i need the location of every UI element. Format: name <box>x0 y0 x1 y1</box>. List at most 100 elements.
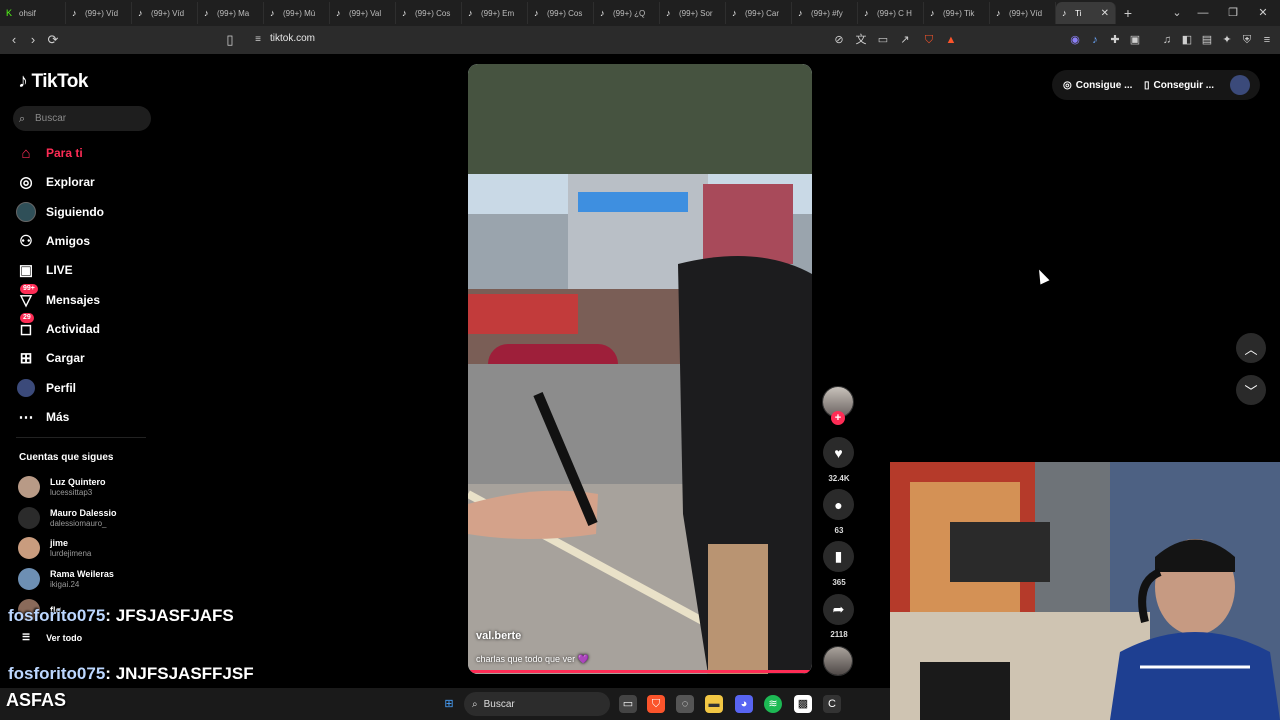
tiktok-logo[interactable]: ♪ TikTok <box>18 70 88 93</box>
sound-disc-icon[interactable] <box>823 646 853 676</box>
new-tab-icon[interactable]: + <box>1116 5 1140 21</box>
video-player[interactable]: val.berte charlas que todo que ver 💜 <box>468 64 812 674</box>
nav-mensajes[interactable]: ▽ 99+ Mensajes <box>16 284 101 311</box>
share-icon[interactable]: ↗ <box>898 33 912 47</box>
user-avatar[interactable] <box>1230 75 1250 95</box>
browser-tab[interactable]: ♪ (99+) Mú <box>264 2 330 24</box>
audio-icon[interactable]: ♪ <box>1088 33 1102 47</box>
nav-live[interactable]: ▣ LIVE <box>16 259 73 281</box>
get-coins-label: Consigue ... <box>1075 79 1133 91</box>
translate-icon[interactable]: 文 <box>854 33 868 47</box>
nav-perfil[interactable]: Perfil <box>16 377 76 399</box>
comment-button[interactable]: ● <box>823 489 854 520</box>
nav-label: Actividad <box>46 322 101 336</box>
cast-icon[interactable]: ▭ <box>876 33 890 47</box>
nav-para-ti[interactable]: ⌂ Para ti <box>16 142 82 164</box>
like-button[interactable]: ♥ <box>823 437 854 468</box>
app-c-icon[interactable]: C <box>823 695 841 713</box>
follow-plus-icon[interactable]: + <box>831 411 845 425</box>
followed-account[interactable]: Luz Quintero lucessittap3 <box>18 474 106 500</box>
back-icon[interactable]: ‹ <box>6 32 22 48</box>
start-icon[interactable]: ⊞ <box>440 695 458 713</box>
sidebar-toggle-icon[interactable]: ◧ <box>1180 33 1194 47</box>
forward-icon[interactable]: › <box>25 32 41 48</box>
browser-tab[interactable]: ♪ (99+) Cos <box>528 2 594 24</box>
menu-icon[interactable]: ≡ <box>1260 33 1274 47</box>
davinci-icon[interactable]: ▩ <box>794 695 812 713</box>
app-icon[interactable]: ◌ <box>676 695 694 713</box>
account-handle: dalessiomauro_ <box>50 518 107 528</box>
brave-icon[interactable]: ⛉ <box>647 695 665 713</box>
ai-icon[interactable]: ✦ <box>1220 33 1234 47</box>
url-text[interactable]: tiktok.com <box>270 33 315 44</box>
previous-video-button[interactable]: ︿ <box>1236 333 1266 363</box>
followed-account[interactable]: Rama Weileras ikigai.24 <box>18 566 114 592</box>
nav-explorar[interactable]: ◎ Explorar <box>16 171 94 193</box>
see-all-label: Ver todo <box>46 632 83 643</box>
browser-tab[interactable]: ♪ (99+) Víd <box>990 2 1056 24</box>
get-app-button[interactable]: ▯ Conseguir ... <box>1144 73 1214 97</box>
nav-amigos[interactable]: ⚇ Amigos <box>16 230 90 252</box>
media-icon[interactable]: ♫ <box>1160 33 1174 47</box>
leo-icon[interactable]: ◉ <box>1068 33 1082 47</box>
messages-icon: ▽ 99+ <box>16 284 38 310</box>
spotify-icon[interactable]: ≋ <box>764 695 782 713</box>
avatar <box>18 568 40 590</box>
nav-actividad[interactable]: ◻ 29 Actividad <box>16 313 101 340</box>
comment-icon: ● <box>834 496 843 513</box>
browser-tab[interactable]: ♪ (99+) Sor <box>660 2 726 24</box>
browser-tab[interactable]: ♪ (99+) Cos <box>396 2 462 24</box>
tab-close-icon[interactable]: ✕ <box>1101 8 1109 19</box>
folder-icon[interactable]: ▬ <box>705 695 723 713</box>
search-input[interactable] <box>35 113 145 124</box>
tiktok-search-box[interactable]: ⌕ <box>13 106 151 131</box>
friends-icon: ⚇ <box>19 233 33 250</box>
browser-tab[interactable]: ♪ (99+) ¿Q <box>594 2 660 24</box>
vpn-icon[interactable]: ⛨ <box>1240 33 1254 47</box>
next-video-button[interactable]: ﹀ <box>1236 375 1266 405</box>
wallet-icon[interactable]: ▤ <box>1200 33 1214 47</box>
browser-tab[interactable]: ♪ (99+) Em <box>462 2 528 24</box>
browser-tab[interactable]: ♪ (99+) Víd <box>66 2 132 24</box>
nav-label: Mensajes <box>46 293 101 307</box>
site-info-icon[interactable]: ≡ <box>250 32 266 48</box>
save-button[interactable]: ▮ <box>823 541 854 572</box>
tiktok-favicon-icon: ♪ <box>996 7 1001 18</box>
followed-account[interactable]: Mauro Dalessio dalessiomauro_ <box>18 505 117 531</box>
browser-tab[interactable]: ♪ (99+) Tik <box>924 2 990 24</box>
browser-tab[interactable]: ♪ (99+) Car <box>726 2 792 24</box>
extensions-icon[interactable]: ✚ <box>1108 33 1122 47</box>
nav-siguiendo[interactable]: Siguiendo <box>16 201 104 223</box>
minimize-icon[interactable]: — <box>1188 0 1218 26</box>
nav-cargar[interactable]: ⊞ Cargar <box>16 347 85 369</box>
video-progress-bar[interactable] <box>468 670 812 673</box>
chat-text: JFSJASFJAFS <box>115 606 234 625</box>
browser-tab[interactable]: ♪ (99+) #fy <box>792 2 858 24</box>
discord-icon[interactable]: ◕ <box>735 695 753 713</box>
see-all-button[interactable]: ☰ Ver todo <box>22 632 82 643</box>
messages-badge: 99+ <box>20 284 38 294</box>
get-coins-button[interactable]: ◎ Consigue ... <box>1063 73 1132 97</box>
brave-rewards-icon[interactable]: ▲ <box>944 33 958 47</box>
kick-icon: K <box>6 7 13 18</box>
browser-tab[interactable]: Kohsif <box>0 2 66 24</box>
taskbar-search[interactable]: ⌕ Buscar <box>464 692 610 716</box>
screenshot-icon[interactable]: ▣ <box>1128 33 1142 47</box>
nav-mas[interactable]: ⋯ Más <box>16 406 70 428</box>
video-username[interactable]: val.berte <box>476 630 521 642</box>
reload-icon[interactable]: ⟳ <box>45 32 61 48</box>
window-close-icon[interactable]: ✕ <box>1248 0 1278 26</box>
brave-shield-icon[interactable]: ⛉ <box>922 33 936 47</box>
live-icon: ▣ <box>18 262 34 279</box>
no-tracking-icon[interactable]: ⊘ <box>832 33 846 47</box>
browser-tab[interactable]: ♪ (99+) Víd <box>132 2 198 24</box>
browser-tab[interactable]: ♪ (99+) Val <box>330 2 396 24</box>
browser-tab[interactable]: ♪ (99+) C H <box>858 2 924 24</box>
followed-account[interactable]: jime lurdejimena <box>18 535 91 561</box>
task-view-icon[interactable]: ▭ <box>619 695 637 713</box>
bookmark-icon[interactable]: ▯ <box>222 32 238 48</box>
maximize-icon[interactable]: ❐ <box>1218 0 1248 26</box>
share-button[interactable]: ➦ <box>823 594 854 625</box>
browser-tab[interactable]: ♪ (99+) Ma <box>198 2 264 24</box>
browser-tab[interactable]: ♪ Ti ✕ <box>1056 2 1116 24</box>
